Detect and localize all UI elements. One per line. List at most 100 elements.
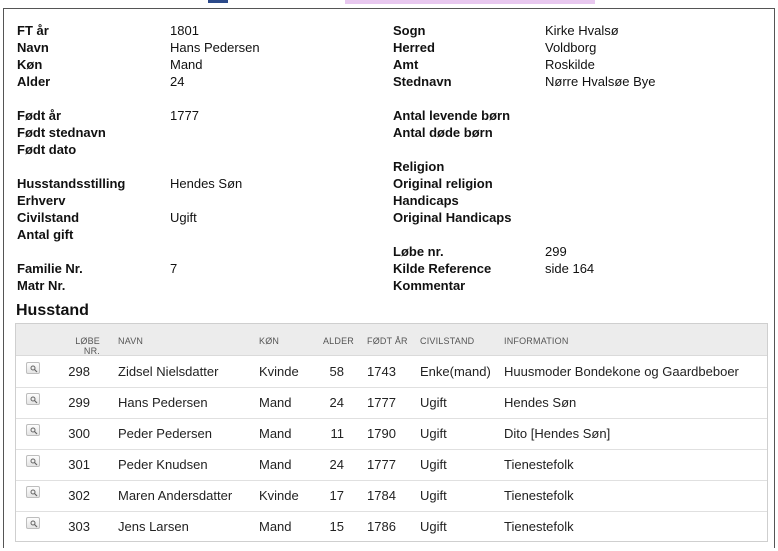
cell-foedt-aar: 1777 (367, 457, 396, 472)
col-header-navn[interactable]: NAVN (118, 336, 143, 346)
magnifier-icon[interactable] (26, 455, 40, 467)
table-row[interactable]: 301 Peder Knudsen Mand 24 1777 Ugift Tienestef… (16, 449, 767, 481)
cell-foedt-aar: 1790 (367, 426, 396, 441)
husstandsstilling-value: Hendes Søn (170, 176, 243, 191)
stednavn-label: Stednavn (393, 74, 452, 89)
cell-navn: Zidsel Nielsdatter (118, 364, 219, 379)
original-religion-label: Original religion (393, 176, 493, 191)
cell-information: Huusmoder Bondekone og Gaardbeboer (504, 364, 739, 379)
header-tab-fragment (345, 0, 595, 4)
cell-alder: 17 (329, 488, 344, 503)
cell-loebe-nr: 300 (68, 426, 90, 441)
cell-alder: 15 (329, 519, 344, 534)
koen-value: Mand (170, 57, 203, 72)
cell-navn: Hans Pedersen (118, 395, 208, 410)
religion-label: Religion (393, 159, 445, 174)
ft-aar-label: FT år (17, 23, 49, 38)
cell-koen: Kvinde (259, 364, 299, 379)
cell-loebe-nr: 301 (68, 457, 90, 472)
col-header-civilstand[interactable]: CIVILSTAND (420, 336, 474, 346)
col-header-koen[interactable]: KØN (259, 336, 279, 346)
civilstand-label: Civilstand (17, 210, 80, 225)
loebe-nr-label: Løbe nr. (393, 244, 444, 259)
magnifier-icon[interactable] (26, 424, 40, 436)
amt-value: Roskilde (545, 57, 595, 72)
antal-doede-boern-label: Antal døde børn (393, 125, 493, 140)
loebe-nr-value: 299 (545, 244, 567, 259)
magnifier-icon[interactable] (26, 362, 40, 374)
cell-alder: 24 (329, 457, 344, 472)
cell-koen: Mand (259, 457, 292, 472)
logo-fragment (208, 0, 228, 3)
cell-loebe-nr: 299 (68, 395, 90, 410)
husstandsstilling-label: Husstandsstilling (17, 176, 126, 191)
navn-value: Hans Pedersen (170, 40, 260, 55)
cell-alder: 24 (329, 395, 344, 410)
cell-civilstand: Ugift (420, 519, 447, 534)
alder-value: 24 (170, 74, 185, 89)
erhverv-label: Erhverv (17, 193, 66, 208)
cell-foedt-aar: 1784 (367, 488, 396, 503)
cell-loebe-nr: 298 (68, 364, 90, 379)
cell-navn: Jens Larsen (118, 519, 189, 534)
herred-value: Voldborg (545, 40, 597, 55)
civilstand-value: Ugift (170, 210, 197, 225)
magnifier-icon[interactable] (26, 486, 40, 498)
table-row[interactable]: 298 Zidsel Nielsdatter Kvinde 58 1743 Enke(ma… (16, 356, 767, 388)
sogn-value: Kirke Hvalsø (545, 23, 619, 38)
cell-civilstand: Ugift (420, 488, 447, 503)
col-header-alder[interactable]: ALDER (322, 336, 354, 346)
matr-nr-label: Matr Nr. (17, 278, 66, 293)
cell-koen: Mand (259, 395, 292, 410)
magnifier-icon[interactable] (26, 517, 40, 529)
amt-label: Amt (393, 57, 419, 72)
cell-civilstand: Enke(mand) (420, 364, 491, 379)
cell-navn: Peder Knudsen (118, 457, 208, 472)
cell-information: Tienestefolk (504, 488, 574, 503)
cell-information: Dito [Hendes Søn] (504, 426, 611, 441)
familie-nr-label: Familie Nr. (17, 261, 83, 276)
sogn-label: Sogn (393, 23, 426, 38)
antal-levende-boern-label: Antal levende børn (393, 108, 511, 123)
koen-label: Køn (17, 57, 43, 72)
cell-alder: 11 (330, 426, 345, 441)
husstand-table: LØBE NR. NAVN KØN ALDER FØDT ÅR CIVILSTA… (15, 323, 768, 542)
cell-foedt-aar: 1777 (367, 395, 396, 410)
col-header-foedt-aar[interactable]: FØDT ÅR (367, 336, 408, 346)
magnifier-icon[interactable] (26, 393, 40, 405)
cell-foedt-aar: 1743 (367, 364, 396, 379)
foedt-aar-value: 1777 (170, 108, 199, 123)
cell-civilstand: Ugift (420, 426, 447, 441)
table-row[interactable]: 303 Jens Larsen Mand 15 1786 Ugift Tienestefol… (16, 511, 767, 542)
cell-alder: 58 (329, 364, 344, 379)
table-header: LØBE NR. NAVN KØN ALDER FØDT ÅR CIVILSTA… (16, 324, 767, 356)
alder-label: Alder (17, 74, 51, 89)
antal-gift-label: Antal gift (17, 227, 74, 242)
cell-foedt-aar: 1786 (367, 519, 396, 534)
table-row[interactable]: 300 Peder Pedersen Mand 11 1790 Ugift Dito [He… (16, 418, 767, 450)
navn-label: Navn (17, 40, 49, 55)
cell-information: Hendes Søn (504, 395, 577, 410)
cell-koen: Mand (259, 426, 292, 441)
foedt-aar-label: Født år (17, 108, 62, 123)
foedt-dato-label: Født dato (17, 142, 77, 157)
table-row[interactable]: 299 Hans Pedersen Mand 24 1777 Ugift Hendes Sø… (16, 387, 767, 419)
original-handicaps-label: Original Handicaps (393, 210, 512, 225)
familie-nr-value: 7 (170, 261, 178, 276)
cell-loebe-nr: 303 (68, 519, 90, 534)
cell-koen: Mand (259, 519, 292, 534)
cell-koen: Kvinde (259, 488, 299, 503)
col-header-loebe-nr[interactable]: LØBE NR. (58, 336, 100, 356)
col-header-information[interactable]: INFORMATION (504, 336, 569, 346)
stednavn-value: Nørre Hvalsøe Bye (545, 74, 656, 89)
top-bar (0, 0, 778, 8)
table-row[interactable]: 302 Maren Andersdatter Kvinde 17 1784 Ugift Ti… (16, 480, 767, 512)
handicaps-label: Handicaps (393, 193, 459, 208)
foedt-stednavn-label: Født stednavn (17, 125, 106, 140)
herred-label: Herred (393, 40, 435, 55)
cell-civilstand: Ugift (420, 395, 447, 410)
cell-information: Tienestefolk (504, 519, 574, 534)
cell-navn: Maren Andersdatter (118, 488, 233, 503)
cell-information: Tienestefolk (504, 457, 574, 472)
kilde-reference-value: side 164 (545, 261, 595, 276)
